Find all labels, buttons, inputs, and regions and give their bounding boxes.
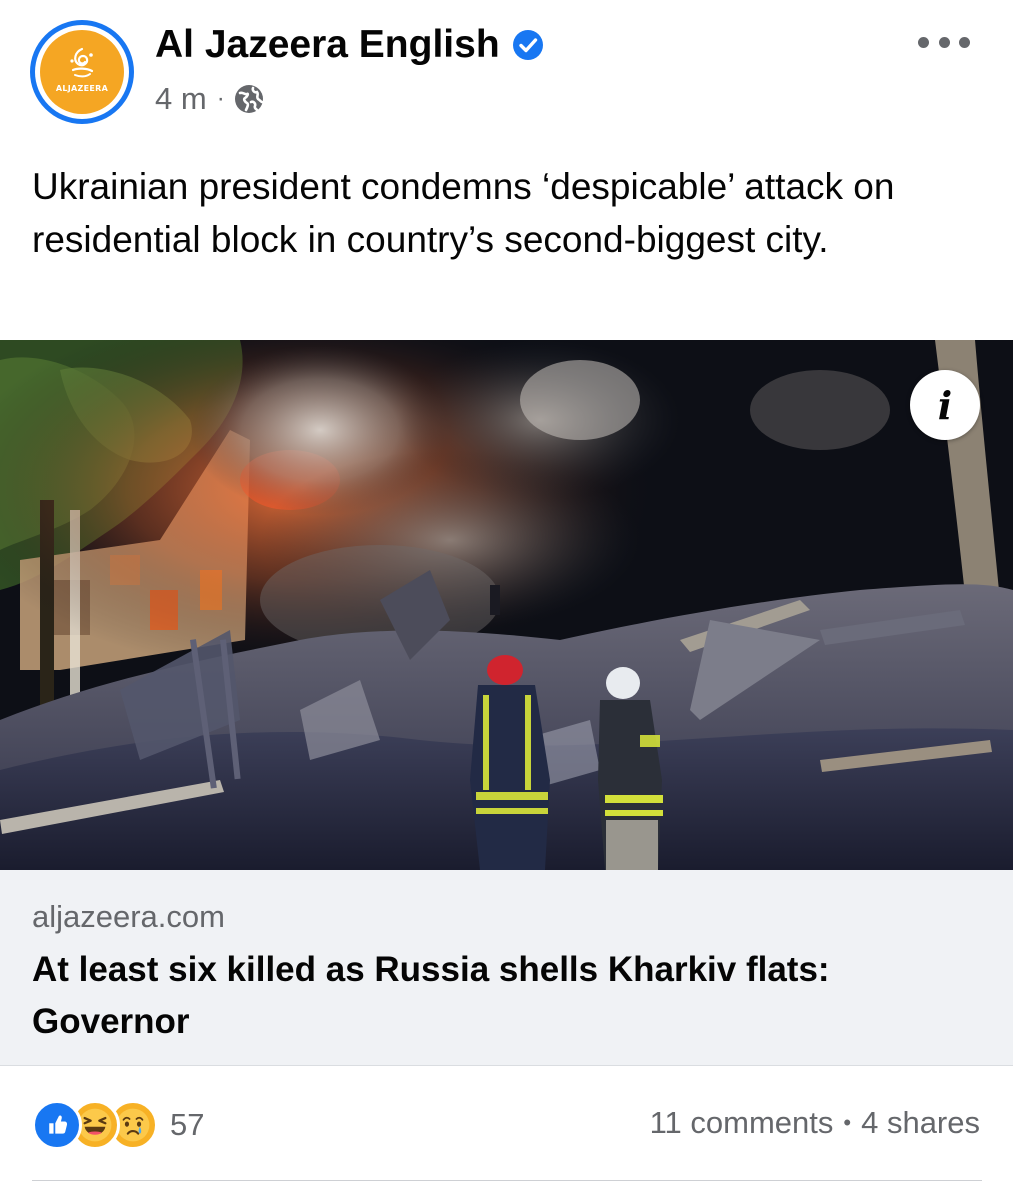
page-name-label: Al Jazeera English (155, 23, 500, 66)
post-stats-bar: 57 11 comments • 4 shares (0, 1066, 1013, 1181)
like-icon (32, 1100, 82, 1150)
more-options-button[interactable] (918, 28, 970, 56)
info-button[interactable]: i (910, 370, 980, 440)
reaction-count: 57 (170, 1107, 205, 1142)
post-timestamp[interactable]: 4 m (155, 80, 207, 118)
post-photo[interactable] (0, 340, 1013, 870)
avatar-brand-text: ALJAZEERA (55, 83, 109, 93)
link-preview-card[interactable]: aljazeera.com At least six killed as Rus… (0, 870, 1013, 1066)
globe-icon[interactable] (234, 84, 264, 114)
more-dot-icon (959, 36, 970, 48)
link-domain: aljazeera.com (32, 899, 225, 934)
al-jazeera-logo-icon: ALJAZEERA (40, 30, 124, 114)
more-dot-icon (938, 36, 950, 48)
stats-separator: • (843, 1110, 852, 1135)
page-name[interactable]: Al Jazeera English (155, 20, 544, 70)
verified-badge-icon (512, 29, 544, 61)
stats-divider (32, 1180, 982, 1181)
post-header: ALJAZEERA Al Jazeera English 4 m · (0, 0, 1013, 150)
more-dot-icon (918, 36, 929, 48)
shares-count-link[interactable]: 4 shares (861, 1104, 980, 1142)
engagement-summary: 11 comments • 4 shares (650, 1104, 980, 1142)
meta-separator: · (216, 85, 225, 112)
comments-count-link[interactable]: 11 comments (650, 1104, 834, 1142)
reactions-summary[interactable]: 57 (32, 1100, 204, 1150)
post-meta: 4 m · (155, 80, 264, 118)
calligraphy-mark-icon (70, 47, 94, 77)
shelled-building-photo (0, 340, 1013, 870)
page-avatar[interactable]: ALJAZEERA (30, 20, 134, 124)
avatar-frame: ALJAZEERA (35, 25, 129, 119)
link-headline[interactable]: At least six killed as Russia shells Kha… (32, 944, 972, 1048)
post-caption: Ukrainian president condemns ‘despicable… (32, 166, 895, 260)
